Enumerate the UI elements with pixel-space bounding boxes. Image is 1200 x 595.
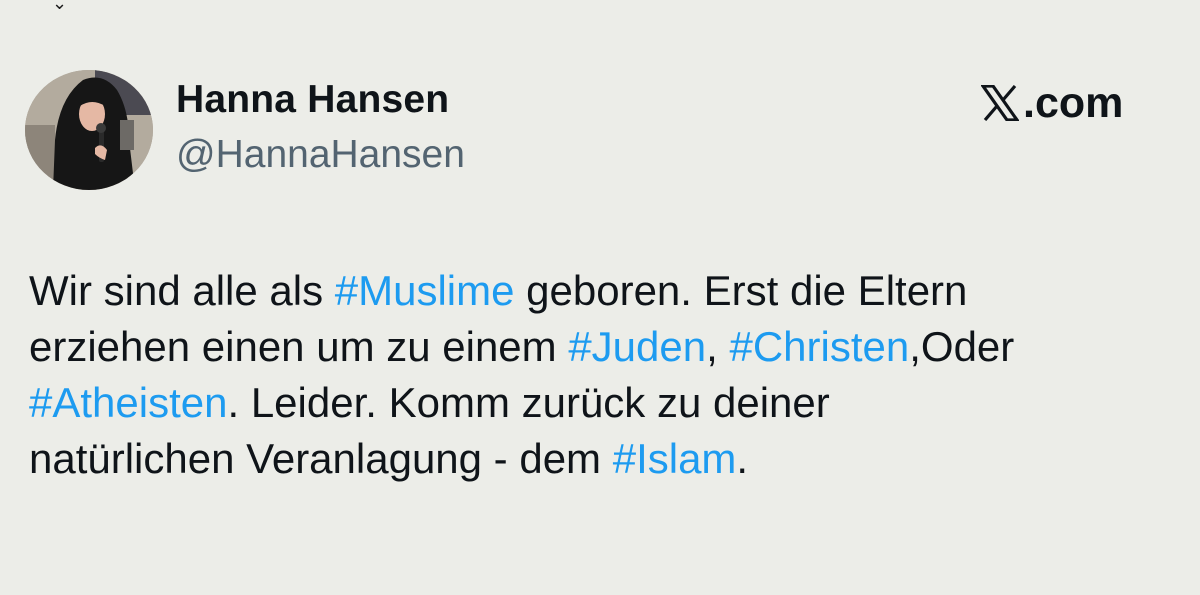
- tweet-text-segment: . Leider. Komm zurück zu deiner: [227, 379, 830, 426]
- x-com-brand[interactable]: .com: [981, 80, 1123, 126]
- tweet-body: Wir sind alle als #Muslime geboren. Erst…: [29, 263, 1189, 487]
- tweet-text-segment: ,Oder: [909, 323, 1015, 370]
- hashtag-link[interactable]: #Islam: [613, 435, 737, 482]
- hashtag-link[interactable]: #Christen: [729, 323, 909, 370]
- x-logo-icon: [981, 85, 1019, 121]
- hashtag-link[interactable]: #Atheisten: [29, 379, 227, 426]
- tweet-line: Wir sind alle als #Muslime geboren. Erst…: [29, 263, 1189, 319]
- tweet-text-segment: erziehen einen um zu einem: [29, 323, 569, 370]
- tweet-line: natürlichen Veranlagung - dem #Islam.: [29, 431, 1189, 487]
- hashtag-link[interactable]: #Juden: [568, 323, 706, 370]
- hashtag-link[interactable]: #Muslime: [335, 267, 515, 314]
- brand-domain-text: .com: [1023, 78, 1124, 127]
- tweet-text-segment: Wir sind alle als: [29, 267, 335, 314]
- avatar-image: [25, 70, 153, 190]
- tweet-text-segment: geboren. Erst die Eltern: [514, 267, 968, 314]
- tweet-line: #Atheisten. Leider. Komm zurück zu deine…: [29, 375, 1189, 431]
- tweet-text-segment: .: [736, 435, 749, 482]
- tweet-card: Hanna Hansen @HannaHansen .com Wir sind …: [0, 0, 1200, 595]
- tweet-line: erziehen einen um zu einem #Juden, #Chri…: [29, 319, 1189, 375]
- author-handle[interactable]: @HannaHansen: [176, 133, 465, 177]
- avatar[interactable]: [25, 70, 153, 190]
- author-name[interactable]: Hanna Hansen: [176, 78, 449, 122]
- tweet-text-segment: ,: [706, 323, 730, 370]
- tweet-text-segment: natürlichen Veranlagung - dem: [29, 435, 613, 482]
